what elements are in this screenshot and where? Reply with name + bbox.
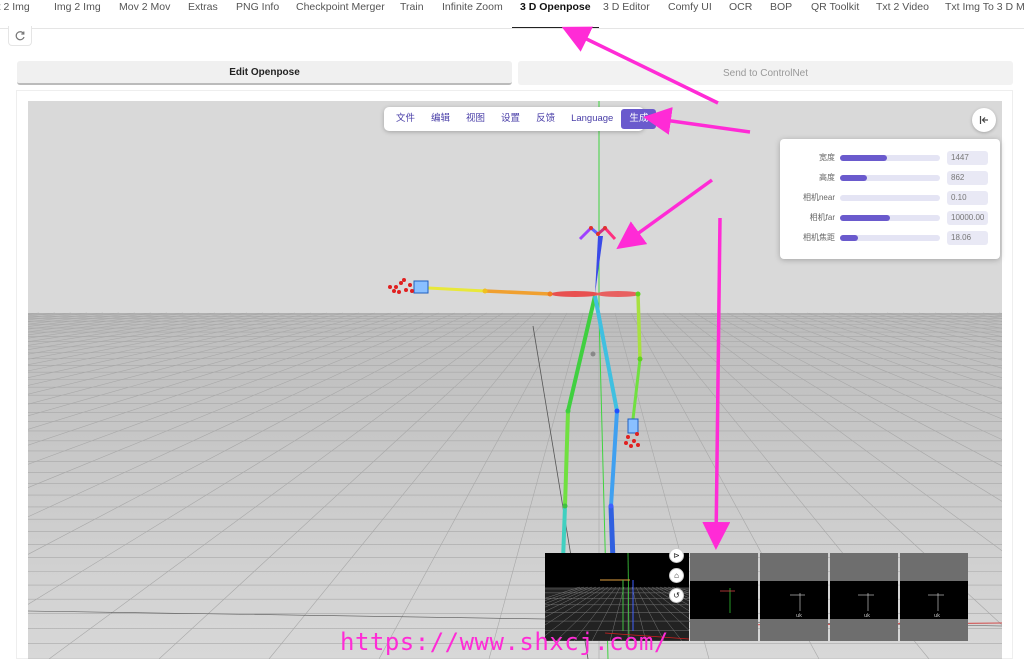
focal-length-slider[interactable] xyxy=(840,235,940,241)
setting-camera-near: 相机near 0.10 xyxy=(780,191,1000,205)
generate-button[interactable]: 生成 xyxy=(621,109,657,129)
svg-text:uk: uk xyxy=(934,613,940,619)
watermark-text: https://www.shxcj.com/ xyxy=(340,628,669,656)
tab-extras[interactable]: Extras xyxy=(188,0,218,28)
camera-near-slider[interactable] xyxy=(840,195,940,201)
setting-camera-far: 相机far 10000.00 xyxy=(780,211,1000,225)
width-input[interactable]: 1447 xyxy=(947,151,988,165)
tab-comfy-ui[interactable]: Comfy UI xyxy=(668,0,712,28)
tab-img2img[interactable]: Img 2 Img xyxy=(54,0,101,28)
tab-infinite-zoom[interactable]: Infinite Zoom xyxy=(442,0,503,28)
width-slider[interactable] xyxy=(840,155,940,161)
tab-txt2img[interactable]: Txt 2 Img xyxy=(0,0,30,28)
collapse-left-icon xyxy=(979,116,988,124)
setting-label: 相机焦距 xyxy=(803,233,835,242)
tab-checkpoint-merger[interactable]: Checkpoint Merger xyxy=(296,0,385,28)
tab-3d-openpose[interactable]: 3 D Openpose xyxy=(512,0,599,28)
tab-3d-editor[interactable]: 3 D Editor xyxy=(603,0,650,28)
generated-thumbnail[interactable]: uk xyxy=(900,553,968,641)
setting-label: 相机near xyxy=(802,193,835,202)
focal-length-input[interactable]: 18.06 xyxy=(947,231,988,245)
menu-file[interactable]: 文件 xyxy=(388,109,423,129)
tab-txt2video[interactable]: Txt 2 Video xyxy=(876,0,929,28)
setting-width: 宽度 1447 xyxy=(780,151,1000,165)
main-tab-bar: Txt 2 Img Img 2 Img Mov 2 Mov Extras PNG… xyxy=(0,0,1024,29)
tab-mov2mov[interactable]: Mov 2 Mov xyxy=(119,0,170,28)
play-icon: ⊳ xyxy=(673,551,680,560)
tab-edit-openpose[interactable]: Edit Openpose xyxy=(17,61,512,85)
tab-ocr[interactable]: OCR xyxy=(729,0,752,28)
setting-label: 高度 xyxy=(819,173,835,182)
refresh-icon xyxy=(15,30,25,40)
menu-settings[interactable]: 设置 xyxy=(493,109,528,129)
lock-button[interactable]: ⌂ xyxy=(669,568,684,583)
tab-txt-img-to-3d[interactable]: Txt Img To 3 D Mo xyxy=(945,0,1024,28)
collapse-panel-button[interactable] xyxy=(972,108,996,132)
setting-label: 宽度 xyxy=(819,153,835,162)
tab-bop[interactable]: BOP xyxy=(770,0,792,28)
camera-settings-panel: 宽度 1447 高度 862 相机near 0.10 相机far 10000.0… xyxy=(780,139,1000,259)
menu-feedback[interactable]: 反馈 xyxy=(528,109,563,129)
lock-icon: ⌂ xyxy=(674,571,679,580)
height-slider[interactable] xyxy=(840,175,940,181)
undo-icon: ↺ xyxy=(673,591,680,600)
setting-focal-length: 相机焦距 18.06 xyxy=(780,231,1000,245)
editor-menubar: 文件 编辑 视图 设置 反馈 Language 生成 xyxy=(384,107,657,131)
menu-edit[interactable]: 编辑 xyxy=(423,109,458,129)
tab-send-to-controlnet[interactable]: Send to ControlNet xyxy=(518,61,1013,85)
play-button[interactable]: ⊳ xyxy=(669,548,684,563)
camera-far-input[interactable]: 10000.00 xyxy=(947,211,988,225)
menu-language[interactable]: Language xyxy=(563,109,621,129)
tab-qr-toolkit[interactable]: QR Toolkit xyxy=(811,0,859,28)
camera-near-input[interactable]: 0.10 xyxy=(947,191,988,205)
generated-thumbnail[interactable] xyxy=(690,553,758,641)
tab-png-info[interactable]: PNG Info xyxy=(236,0,279,28)
svg-text:uk: uk xyxy=(796,613,802,619)
setting-height: 高度 862 xyxy=(780,171,1000,185)
camera-far-slider[interactable] xyxy=(840,215,940,221)
tab-train[interactable]: Train xyxy=(400,0,424,28)
height-input[interactable]: 862 xyxy=(947,171,988,185)
refresh-button[interactable] xyxy=(8,26,32,46)
svg-text:uk: uk xyxy=(864,613,870,619)
menu-view[interactable]: 视图 xyxy=(458,109,493,129)
setting-label: 相机far xyxy=(809,213,835,222)
generated-thumbnail[interactable]: uk xyxy=(760,553,828,641)
undo-button[interactable]: ↺ xyxy=(669,588,684,603)
generated-thumbnail[interactable]: uk xyxy=(830,553,898,641)
